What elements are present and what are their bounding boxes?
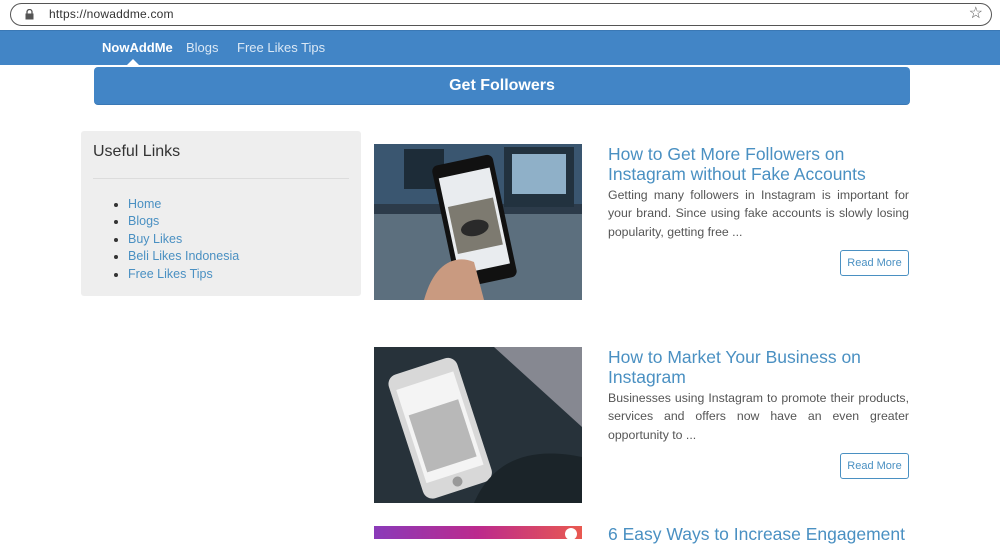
sidebar-link-beli-likes-indonesia[interactable]: Beli Likes Indonesia (128, 248, 239, 265)
nav-item-blogs[interactable]: Blogs (186, 40, 219, 55)
sidebar-link-home[interactable]: Home (128, 196, 239, 213)
useful-links-panel: Useful Links Home Blogs Buy Likes Beli L… (81, 131, 361, 296)
nav-item-free-likes-tips[interactable]: Free Likes Tips (237, 40, 325, 55)
post-title[interactable]: 6 Easy Ways to Increase Engagement (608, 524, 908, 545)
post-title[interactable]: How to Market Your Business on Instagram (608, 347, 908, 387)
top-navbar: NowAddMe Blogs Free Likes Tips (0, 30, 1000, 65)
active-caret (127, 59, 139, 65)
instagram-banner-image (374, 526, 582, 539)
url-text[interactable]: https://nowaddme.com (49, 7, 174, 21)
sidebar-divider (93, 178, 349, 179)
phone-photo-image (374, 144, 582, 300)
sidebar-link-list: Home Blogs Buy Likes Beli Likes Indonesi… (128, 196, 239, 283)
nav-brand[interactable]: NowAddMe (102, 40, 173, 55)
post-thumbnail[interactable] (374, 526, 582, 539)
sidebar-link-buy-likes[interactable]: Buy Likes (128, 231, 239, 248)
lock-icon (25, 9, 34, 20)
read-more-button[interactable]: Read More (840, 453, 909, 479)
browser-toolbar: https://nowaddme.com ☆ (0, 0, 1000, 29)
get-followers-button[interactable]: Get Followers (94, 67, 910, 105)
post-excerpt: Getting many followers in Instagram is i… (608, 188, 909, 239)
post-thumbnail[interactable] (374, 144, 582, 300)
post-thumbnail[interactable] (374, 347, 582, 503)
post-excerpt: Businesses using Instagram to promote th… (608, 391, 909, 442)
address-bar[interactable]: https://nowaddme.com ☆ (10, 3, 992, 26)
sidebar-link-blogs[interactable]: Blogs (128, 213, 239, 230)
bookmark-star-icon[interactable]: ☆ (969, 5, 983, 23)
read-more-button[interactable]: Read More (840, 250, 909, 276)
phone-photo-image (374, 347, 582, 503)
sidebar-link-free-likes-tips[interactable]: Free Likes Tips (128, 266, 239, 283)
sidebar-title: Useful Links (93, 143, 181, 160)
post-title[interactable]: How to Get More Followers on Instagram w… (608, 144, 908, 184)
